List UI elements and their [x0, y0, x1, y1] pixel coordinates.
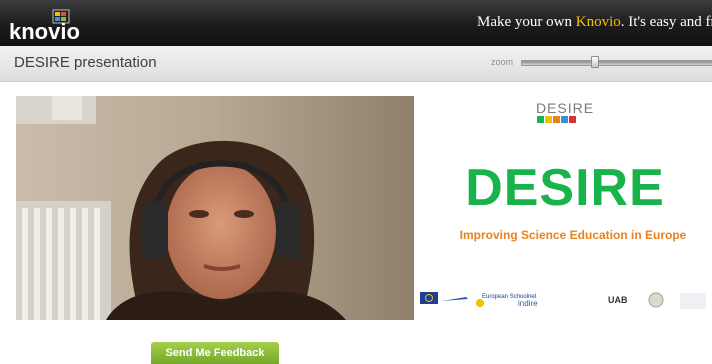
presentation-title-bar: DESIRE presentation zoom — [0, 46, 712, 82]
presenter-video[interactable] — [16, 96, 414, 320]
schoolnet-icon — [476, 299, 484, 307]
send-feedback-button[interactable]: Send Me Feedback — [151, 342, 279, 364]
top-bar: knovio Make your own Knovio. It's easy a… — [0, 0, 712, 46]
orange-square-icon — [553, 116, 560, 123]
indire-logo-icon: indire — [518, 299, 538, 308]
radiator — [16, 201, 111, 320]
zoom-slider-handle[interactable] — [590, 56, 599, 68]
tagline-brand-link[interactable]: Knovio — [576, 14, 621, 30]
presentation-title: DESIRE presentation — [14, 54, 157, 71]
slide-mini-icons — [537, 116, 576, 123]
lifelong-learning-logo-icon — [442, 297, 468, 301]
green-square-icon — [537, 116, 544, 123]
uab-logo-text: UAB — [608, 295, 628, 305]
tagline-prefix: Make your own — [477, 14, 576, 30]
slide-panel[interactable]: DESIRE DESIRE Improving Science Educatio… — [418, 96, 712, 320]
red-square-icon — [569, 116, 576, 123]
partner-logo-icon — [680, 293, 706, 309]
logo-wordmark: knovio — [9, 19, 80, 42]
blue-square-icon — [561, 116, 568, 123]
tagline-suffix: . It's easy and fre — [620, 14, 712, 30]
knovio-logo[interactable]: knovio — [8, 8, 88, 44]
yellow-square-icon — [545, 116, 552, 123]
tagline: Make your own Knovio. It's easy and fre — [477, 14, 712, 31]
partner-logos: European Schoolnet indire UAB — [420, 292, 706, 309]
slide-header-logo: DESIRE — [535, 100, 595, 116]
eu-flag-icon — [420, 292, 438, 304]
slide-subtitle: Improving Science Education in Europe — [459, 228, 687, 242]
zoom-label: zoom — [491, 57, 514, 67]
zoom-slider-track[interactable] — [521, 60, 712, 66]
university-seal-icon — [648, 292, 664, 308]
slide-title: DESIRE — [465, 159, 665, 217]
